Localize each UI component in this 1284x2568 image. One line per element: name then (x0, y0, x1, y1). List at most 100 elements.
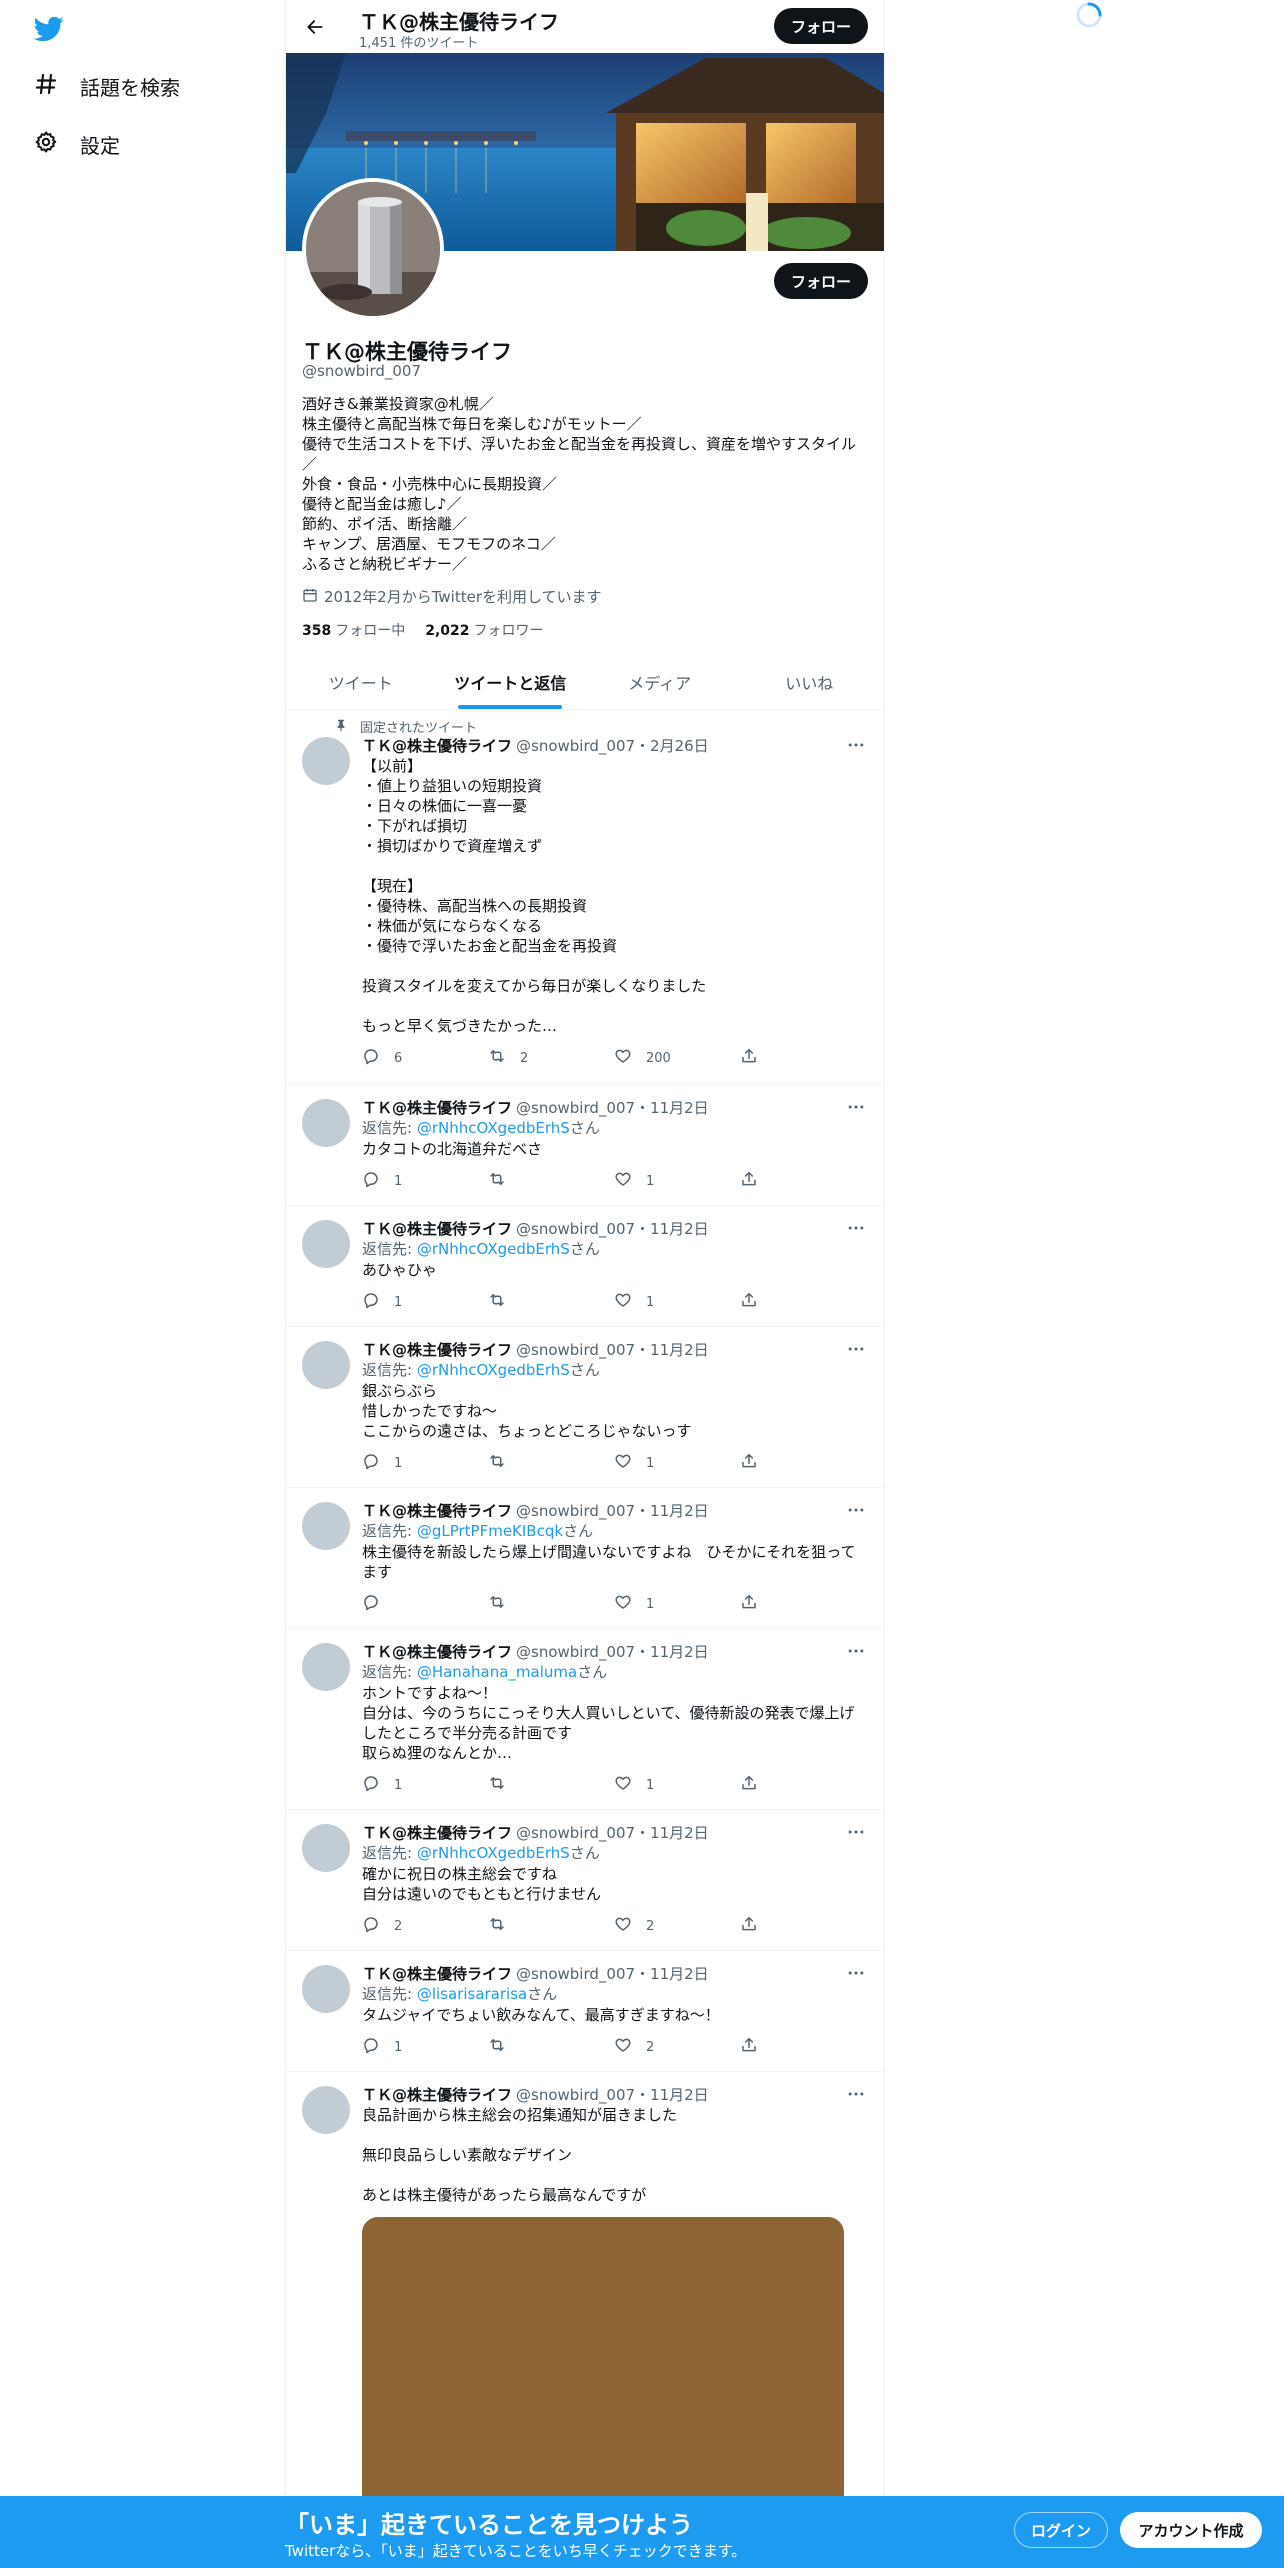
tweet-author-name[interactable]: ＴＫ@株主優待ライフ (362, 1822, 512, 1843)
reply-button[interactable]: 1 (362, 1291, 488, 1313)
tweet-meta[interactable]: @snowbird_007・11月2日 (516, 1339, 709, 1360)
nav-settings[interactable]: 設定 (34, 124, 120, 164)
share-button[interactable] (740, 1047, 866, 1069)
tweet-avatar[interactable] (302, 1965, 350, 2013)
tweet-meta[interactable]: @snowbird_007・11月2日 (516, 1641, 709, 1662)
tweet-meta[interactable]: @snowbird_007・2月26日 (516, 735, 709, 756)
tweet[interactable]: ＴＫ@株主優待ライフ @snowbird_007・11月2日 返信先: @rNhhc… (286, 1327, 884, 1488)
tweet[interactable]: ＴＫ@株主優待ライフ @snowbird_007・11月2日 返信先: @lisar… (286, 1951, 884, 2072)
tab-tweets[interactable]: ツイート (286, 654, 436, 709)
reply-to-handle[interactable]: @rNhhcOXgedbErhS (417, 1119, 570, 1137)
retweet-button[interactable] (488, 1291, 614, 1313)
followers-link[interactable]: 2,022 フォロワー (425, 620, 543, 640)
share-button[interactable] (740, 1452, 866, 1474)
reply-button[interactable]: 6 (362, 1047, 488, 1069)
tweet-avatar[interactable] (302, 1220, 350, 1268)
more-options-icon[interactable] (846, 1822, 866, 1842)
like-button[interactable]: 1 (614, 1170, 740, 1192)
more-options-icon[interactable] (846, 1218, 866, 1238)
share-button[interactable] (740, 2036, 866, 2058)
tweet-meta[interactable]: @snowbird_007・11月2日 (516, 1500, 709, 1521)
more-options-icon[interactable] (846, 735, 866, 755)
like-button[interactable]: 1 (614, 1593, 740, 1615)
tweet[interactable]: 固定されたツイート ＴＫ@株主優待ライフ @snowbird_007・2月26日 【以… (286, 711, 884, 1085)
retweet-button[interactable]: 2 (488, 1047, 614, 1069)
reply-to-handle[interactable]: @gLPrtPFmeKIBcqk (417, 1522, 563, 1540)
tweet-avatar[interactable] (302, 737, 350, 785)
tweet[interactable]: ＴＫ@株主優待ライフ @snowbird_007・11月2日 良品計画から株主総会の… (286, 2072, 884, 2517)
more-options-icon[interactable] (846, 1500, 866, 1520)
tweet-avatar[interactable] (302, 2086, 350, 2134)
more-options-icon[interactable] (846, 2084, 866, 2104)
reply-to-handle[interactable]: @lisarisararisa (417, 1985, 527, 2003)
more-options-icon[interactable] (846, 1641, 866, 1661)
reply-to-handle[interactable]: @Hanahana_maluma (417, 1663, 577, 1681)
nav-explore[interactable]: 話題を検索 (34, 66, 180, 106)
tweet[interactable]: ＴＫ@株主優待ライフ @snowbird_007・11月2日 返信先: @rNhhc… (286, 1085, 884, 1206)
tweet[interactable]: ＴＫ@株主優待ライフ @snowbird_007・11月2日 返信先: @rNhhc… (286, 1206, 884, 1327)
tweet-media-image[interactable] (362, 2217, 844, 2517)
tweet-avatar[interactable] (302, 1099, 350, 1147)
tweet-avatar[interactable] (302, 1824, 350, 1872)
like-button[interactable]: 2 (614, 2036, 740, 2058)
retweet-button[interactable] (488, 1915, 614, 1937)
tweet-meta[interactable]: @snowbird_007・11月2日 (516, 2084, 709, 2105)
header-follow-button[interactable]: フォロー (774, 8, 868, 44)
share-button[interactable] (740, 1291, 866, 1313)
twitter-bird-icon[interactable] (33, 14, 64, 44)
tweet-author-name[interactable]: ＴＫ@株主優待ライフ (362, 1963, 512, 1984)
share-button[interactable] (740, 1915, 866, 1937)
tweet-meta[interactable]: @snowbird_007・11月2日 (516, 1822, 709, 1843)
retweet-button[interactable] (488, 2036, 614, 2058)
tweet-avatar[interactable] (302, 1502, 350, 1550)
back-button[interactable] (298, 10, 332, 44)
signup-button[interactable]: アカウント作成 (1120, 2512, 1262, 2548)
tweet-author-name[interactable]: ＴＫ@株主優待ライフ (362, 1218, 512, 1239)
tab-media[interactable]: メディア (585, 654, 735, 709)
tweet-author-name[interactable]: ＴＫ@株主優待ライフ (362, 1500, 512, 1521)
reply-button[interactable]: 1 (362, 1170, 488, 1192)
tweet-author-name[interactable]: ＴＫ@株主優待ライフ (362, 1339, 512, 1360)
reply-to-handle[interactable]: @rNhhcOXgedbErhS (417, 1844, 570, 1862)
tweet-author-name[interactable]: ＴＫ@株主優待ライフ (362, 735, 512, 756)
tweet-author-name[interactable]: ＴＫ@株主優待ライフ (362, 1641, 512, 1662)
retweet-button[interactable] (488, 1170, 614, 1192)
tweet-avatar[interactable] (302, 1643, 350, 1691)
share-button[interactable] (740, 1170, 866, 1192)
reply-button[interactable]: 1 (362, 1774, 488, 1796)
tweet[interactable]: ＴＫ@株主優待ライフ @snowbird_007・11月2日 返信先: @Hanah… (286, 1629, 884, 1810)
reply-button[interactable] (362, 1593, 488, 1615)
tweet-meta[interactable]: @snowbird_007・11月2日 (516, 1097, 709, 1118)
like-button[interactable]: 1 (614, 1452, 740, 1474)
tab-likes[interactable]: いいね (735, 654, 885, 709)
more-options-icon[interactable] (846, 1963, 866, 1983)
profile-follow-button[interactable]: フォロー (774, 263, 868, 299)
tab-tweets-and-replies[interactable]: ツイートと返信 (436, 654, 586, 709)
tweet-author-name[interactable]: ＴＫ@株主優待ライフ (362, 1097, 512, 1118)
profile-avatar[interactable] (302, 178, 444, 320)
following-link[interactable]: 358 フォロー中 (302, 620, 405, 640)
like-button[interactable]: 1 (614, 1774, 740, 1796)
like-button[interactable]: 2 (614, 1915, 740, 1937)
more-options-icon[interactable] (846, 1097, 866, 1117)
tweet-author-name[interactable]: ＴＫ@株主優待ライフ (362, 2084, 512, 2105)
retweet-button[interactable] (488, 1593, 614, 1615)
like-button[interactable]: 200 (614, 1047, 740, 1069)
reply-button[interactable]: 1 (362, 1452, 488, 1474)
retweet-button[interactable] (488, 1774, 614, 1796)
more-options-icon[interactable] (846, 1339, 866, 1359)
share-button[interactable] (740, 1593, 866, 1615)
tweet-meta[interactable]: @snowbird_007・11月2日 (516, 1963, 709, 1984)
share-button[interactable] (740, 1774, 866, 1796)
tweet-avatar[interactable] (302, 1341, 350, 1389)
tweet[interactable]: ＴＫ@株主優待ライフ @snowbird_007・11月2日 返信先: @gLPrt… (286, 1488, 884, 1629)
reply-button[interactable]: 1 (362, 2036, 488, 2058)
tweet[interactable]: ＴＫ@株主優待ライフ @snowbird_007・11月2日 返信先: @rNhhc… (286, 1810, 884, 1951)
tweet-meta[interactable]: @snowbird_007・11月2日 (516, 1218, 709, 1239)
reply-button[interactable]: 2 (362, 1915, 488, 1937)
login-button[interactable]: ログイン (1014, 2512, 1108, 2548)
reply-to-handle[interactable]: @rNhhcOXgedbErhS (417, 1361, 570, 1379)
like-button[interactable]: 1 (614, 1291, 740, 1313)
reply-to-handle[interactable]: @rNhhcOXgedbErhS (417, 1240, 570, 1258)
retweet-button[interactable] (488, 1452, 614, 1474)
